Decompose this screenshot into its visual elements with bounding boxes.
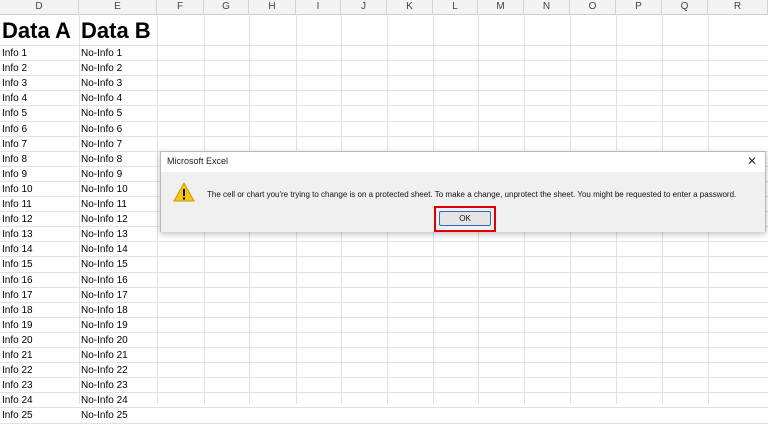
cell-d2-header[interactable]: Data A	[0, 15, 71, 45]
column-header-m[interactable]: M	[478, 0, 524, 14]
column-header-k[interactable]: K	[387, 0, 433, 14]
column-header-f[interactable]: F	[157, 0, 204, 14]
cell-d[interactable]: Info 11	[0, 197, 32, 212]
cell-e[interactable]: No-Info 23	[79, 378, 128, 393]
dialog-titlebar: Microsoft Excel ✕	[161, 152, 765, 172]
dialog-title: Microsoft Excel	[167, 156, 229, 166]
dialog-message: The cell or chart you're trying to chang…	[207, 190, 737, 199]
column-header-i[interactable]: I	[296, 0, 341, 14]
cell-d[interactable]: Info 16	[0, 273, 33, 288]
column-header-q[interactable]: Q	[662, 0, 708, 14]
cell-d[interactable]: Info 3	[0, 76, 27, 91]
column-header-row: DEFGHIJKLMNOPQR	[0, 0, 768, 15]
cell-d[interactable]: Info 25	[0, 408, 33, 423]
warning-icon	[173, 182, 195, 202]
column-header-g[interactable]: G	[204, 0, 249, 14]
cell-d[interactable]: Info 24	[0, 393, 33, 408]
cell-d[interactable]: Info 14	[0, 242, 33, 257]
cell-e[interactable]: No-Info 10	[79, 182, 128, 197]
cell-e2-header[interactable]: Data B	[79, 15, 151, 45]
cell-e[interactable]: No-Info 16	[79, 273, 128, 288]
cell-d[interactable]: Info 23	[0, 378, 33, 393]
cell-d[interactable]: Info 13	[0, 227, 33, 242]
cell-e[interactable]: No-Info 20	[79, 333, 128, 348]
ok-button[interactable]: OK	[439, 211, 491, 226]
cell-e[interactable]: No-Info 25	[79, 408, 128, 423]
cell-e[interactable]: No-Info 15	[79, 257, 128, 272]
cell-d[interactable]: Info 1	[0, 46, 27, 61]
cell-e[interactable]: No-Info 18	[79, 303, 128, 318]
cell-e[interactable]: No-Info 17	[79, 288, 128, 303]
cell-e[interactable]: No-Info 9	[79, 167, 122, 182]
cell-e[interactable]: No-Info 5	[79, 106, 122, 121]
cell-d[interactable]: Info 8	[0, 152, 27, 167]
cell-e[interactable]: No-Info 22	[79, 363, 128, 378]
cell-d[interactable]: Info 10	[0, 182, 33, 197]
cell-d[interactable]: Info 17	[0, 288, 33, 303]
column-header-o[interactable]: O	[570, 0, 616, 14]
close-icon[interactable]: ✕	[745, 154, 759, 168]
column-header-e[interactable]: E	[79, 0, 157, 14]
cell-e[interactable]: No-Info 14	[79, 242, 128, 257]
cell-e[interactable]: No-Info 24	[79, 393, 128, 408]
column-header-l[interactable]: L	[433, 0, 478, 14]
cell-d[interactable]: Info 12	[0, 212, 33, 227]
cell-d[interactable]: Info 9	[0, 167, 27, 182]
cell-e[interactable]: No-Info 8	[79, 152, 122, 167]
column-header-p[interactable]: P	[616, 0, 662, 14]
cell-e[interactable]: No-Info 2	[79, 61, 122, 76]
cell-d[interactable]: Info 22	[0, 363, 33, 378]
cell-e[interactable]: No-Info 11	[79, 197, 127, 212]
cell-e[interactable]: No-Info 21	[79, 348, 128, 363]
protected-sheet-dialog: Microsoft Excel ✕ The cell or chart you'…	[160, 151, 766, 232]
column-header-n[interactable]: N	[524, 0, 570, 14]
cell-d[interactable]: Info 6	[0, 122, 27, 137]
cell-d[interactable]: Info 15	[0, 257, 33, 272]
column-header-h[interactable]: H	[249, 0, 296, 14]
cell-d[interactable]: Info 18	[0, 303, 33, 318]
cell-d[interactable]: Info 19	[0, 318, 33, 333]
cell-d[interactable]: Info 7	[0, 137, 27, 152]
cell-e[interactable]: No-Info 12	[79, 212, 128, 227]
grid-vline	[157, 14, 158, 404]
cell-e[interactable]: No-Info 1	[79, 46, 122, 61]
column-header-j[interactable]: J	[341, 0, 387, 14]
cell-e[interactable]: No-Info 13	[79, 227, 128, 242]
cell-d[interactable]: Info 20	[0, 333, 33, 348]
cell-e[interactable]: No-Info 3	[79, 76, 122, 91]
cell-d[interactable]: Info 4	[0, 91, 27, 106]
cell-d[interactable]: Info 21	[0, 348, 33, 363]
column-header-r[interactable]: R	[708, 0, 768, 14]
cell-e[interactable]: No-Info 4	[79, 91, 122, 106]
cell-d[interactable]: Info 5	[0, 106, 27, 121]
cell-e[interactable]: No-Info 7	[79, 137, 122, 152]
cell-d[interactable]: Info 2	[0, 61, 27, 76]
cell-e[interactable]: No-Info 19	[79, 318, 128, 333]
cell-e[interactable]: No-Info 6	[79, 122, 122, 137]
column-header-d[interactable]: D	[0, 0, 79, 14]
